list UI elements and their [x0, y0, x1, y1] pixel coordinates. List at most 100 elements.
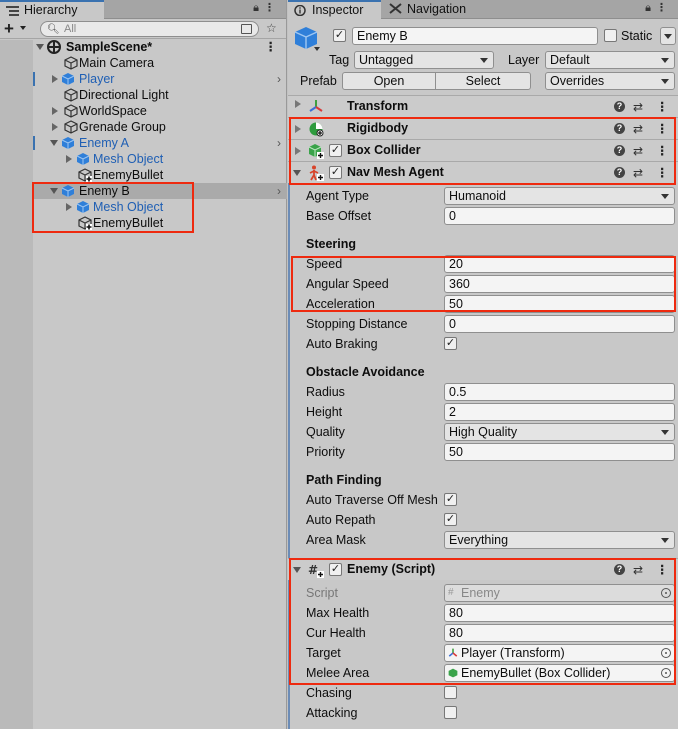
list-item-directional-light[interactable]: Directional Light [33, 87, 287, 103]
static-checkbox[interactable] [604, 29, 617, 42]
layer-label: Layer [508, 53, 540, 67]
attacking-checkbox[interactable] [444, 706, 457, 719]
fold-closed-icon[interactable] [295, 100, 301, 108]
tab-navigation[interactable]: Navigation [383, 0, 478, 19]
list-item-enemybullet-a[interactable]: EnemyBullet [33, 167, 287, 183]
kebab-menu-icon[interactable]: ⋮ [656, 143, 669, 158]
stopping-distance-field[interactable]: 0 [444, 315, 675, 333]
hierarchy-search-input[interactable]: 🔍︎ All [40, 21, 259, 37]
max-health-field[interactable]: 80 [444, 604, 675, 622]
fold-closed-icon[interactable] [66, 155, 72, 163]
list-item-mesh-object-a[interactable]: Mesh Object [33, 151, 287, 167]
auto-traverse-checkbox[interactable]: ✓ [444, 493, 457, 506]
list-item-main-camera[interactable]: Main Camera [33, 55, 287, 71]
chevron-right-icon[interactable]: › [277, 183, 281, 199]
component-enemy-script[interactable]: # ✓ Enemy (Script) ? ⇄ ⋮ [288, 558, 678, 580]
active-checkbox[interactable]: ✓ [333, 29, 346, 42]
kebab-menu-icon[interactable]: ⋮ [656, 165, 669, 180]
chasing-checkbox[interactable] [444, 686, 457, 699]
prefab-overrides-dropdown[interactable]: Overrides [545, 72, 675, 90]
search-placeholder: All [64, 23, 77, 35]
tab-hierarchy[interactable]: Hierarchy [0, 0, 104, 19]
component-enabled-checkbox[interactable]: ✓ [329, 144, 342, 157]
fold-open-icon[interactable] [293, 567, 301, 573]
fold-closed-icon[interactable] [52, 107, 58, 115]
fold-open-icon[interactable] [50, 188, 58, 194]
fold-closed-icon[interactable] [52, 75, 58, 83]
list-item-player[interactable]: Player › [33, 71, 287, 87]
list-item-grenade-group[interactable]: Grenade Group [33, 119, 287, 135]
priority-field[interactable]: 50 [444, 443, 675, 461]
target-field[interactable]: Player (Transform) [444, 644, 675, 662]
scene-kebab-icon[interactable]: ⋮ [265, 39, 278, 55]
component-nav-mesh-agent[interactable]: ✓ Nav Mesh Agent ? ⇄ ⋮ [288, 161, 678, 183]
presets-icon[interactable]: ⇄ [633, 144, 643, 158]
fold-open-icon[interactable] [50, 140, 58, 146]
scene-row[interactable]: SampleScene* ⋮ [33, 39, 287, 55]
help-icon[interactable]: ? [614, 564, 625, 575]
tag-dropdown[interactable]: Untagged [354, 51, 494, 69]
help-icon[interactable]: ? [614, 167, 625, 178]
speed-field[interactable]: 20 [444, 255, 675, 273]
presets-icon[interactable]: ⇄ [633, 122, 643, 136]
icon-dropdown-caret-icon[interactable] [314, 47, 320, 51]
list-item-worldspace[interactable]: WorldSpace [33, 103, 287, 119]
radius-field[interactable]: 0.5 [444, 383, 675, 401]
presets-icon[interactable]: ⇄ [633, 166, 643, 180]
chevron-right-icon[interactable]: › [277, 135, 281, 151]
kebab-menu-icon[interactable]: ⋮ [656, 99, 669, 114]
kebab-menu-icon[interactable]: ⋮ [656, 562, 669, 577]
height-field[interactable]: 2 [444, 403, 675, 421]
object-picker-icon[interactable] [661, 668, 671, 678]
fold-closed-icon[interactable] [295, 125, 301, 133]
object-picker-icon[interactable] [661, 648, 671, 658]
cur-health-field[interactable]: 80 [444, 624, 675, 642]
help-icon[interactable]: ? [614, 145, 625, 156]
kebab-menu-icon[interactable]: ⋮ [656, 2, 672, 14]
fold-open-icon[interactable] [36, 44, 44, 50]
angular-speed-field[interactable]: 360 [444, 275, 675, 293]
component-transform[interactable]: Transform ? ⇄ ⋮ [288, 95, 678, 117]
agent-type-dropdown[interactable]: Humanoid [444, 187, 675, 205]
list-item-mesh-object-b[interactable]: Mesh Object [33, 199, 287, 215]
create-dropdown-caret-icon[interactable] [20, 26, 26, 30]
object-name-field[interactable]: Enemy B [352, 27, 598, 45]
area-mask-dropdown[interactable]: Everything [444, 531, 675, 549]
list-item-enemybullet-b[interactable]: EnemyBullet [33, 215, 287, 231]
auto-braking-checkbox[interactable]: ✓ [444, 337, 457, 350]
quality-dropdown[interactable]: High Quality [444, 423, 675, 441]
create-plus-icon[interactable]: + [4, 20, 14, 37]
presets-icon[interactable]: ⇄ [633, 100, 643, 114]
list-item-enemy-a[interactable]: Enemy A › [33, 135, 287, 151]
auto-repath-label: Auto Repath [306, 513, 376, 527]
overrides-value: Overrides [550, 74, 605, 88]
help-icon[interactable]: ? [614, 123, 625, 134]
chevron-right-icon[interactable]: › [277, 71, 281, 87]
help-icon[interactable]: ? [614, 101, 625, 112]
lock-icon[interactable]: 🔒︎ [645, 2, 656, 14]
kebab-menu-icon[interactable]: ⋮ [656, 121, 669, 136]
component-enabled-checkbox[interactable]: ✓ [329, 166, 342, 179]
search-options-icon[interactable] [241, 24, 252, 34]
presets-icon[interactable]: ⇄ [633, 563, 643, 577]
fold-closed-icon[interactable] [295, 147, 301, 155]
fold-open-icon[interactable] [293, 170, 301, 176]
component-rigidbody[interactable]: Rigidbody ? ⇄ ⋮ [288, 117, 678, 139]
acceleration-field[interactable]: 50 [444, 295, 675, 313]
tab-inspector[interactable]: Inspector [288, 0, 381, 19]
lock-icon[interactable]: 🔒︎ [253, 2, 264, 14]
kebab-menu-icon[interactable]: ⋮ [264, 2, 280, 14]
auto-repath-checkbox[interactable]: ✓ [444, 513, 457, 526]
melee-area-field[interactable]: EnemyBullet (Box Collider) [444, 664, 675, 682]
static-dropdown[interactable] [660, 27, 676, 45]
star-icon[interactable]: ☆ [266, 21, 277, 35]
list-item-enemy-b[interactable]: Enemy B › [33, 183, 287, 199]
component-box-collider[interactable]: ✓ Box Collider ? ⇄ ⋮ [288, 139, 678, 161]
layer-dropdown[interactable]: Default [545, 51, 675, 69]
prefab-select-button[interactable]: Select [435, 72, 531, 90]
fold-closed-icon[interactable] [66, 203, 72, 211]
component-enabled-checkbox[interactable]: ✓ [329, 563, 342, 576]
base-offset-field[interactable]: 0 [444, 207, 675, 225]
fold-closed-icon[interactable] [52, 123, 58, 131]
prefab-open-button[interactable]: Open [342, 72, 436, 90]
